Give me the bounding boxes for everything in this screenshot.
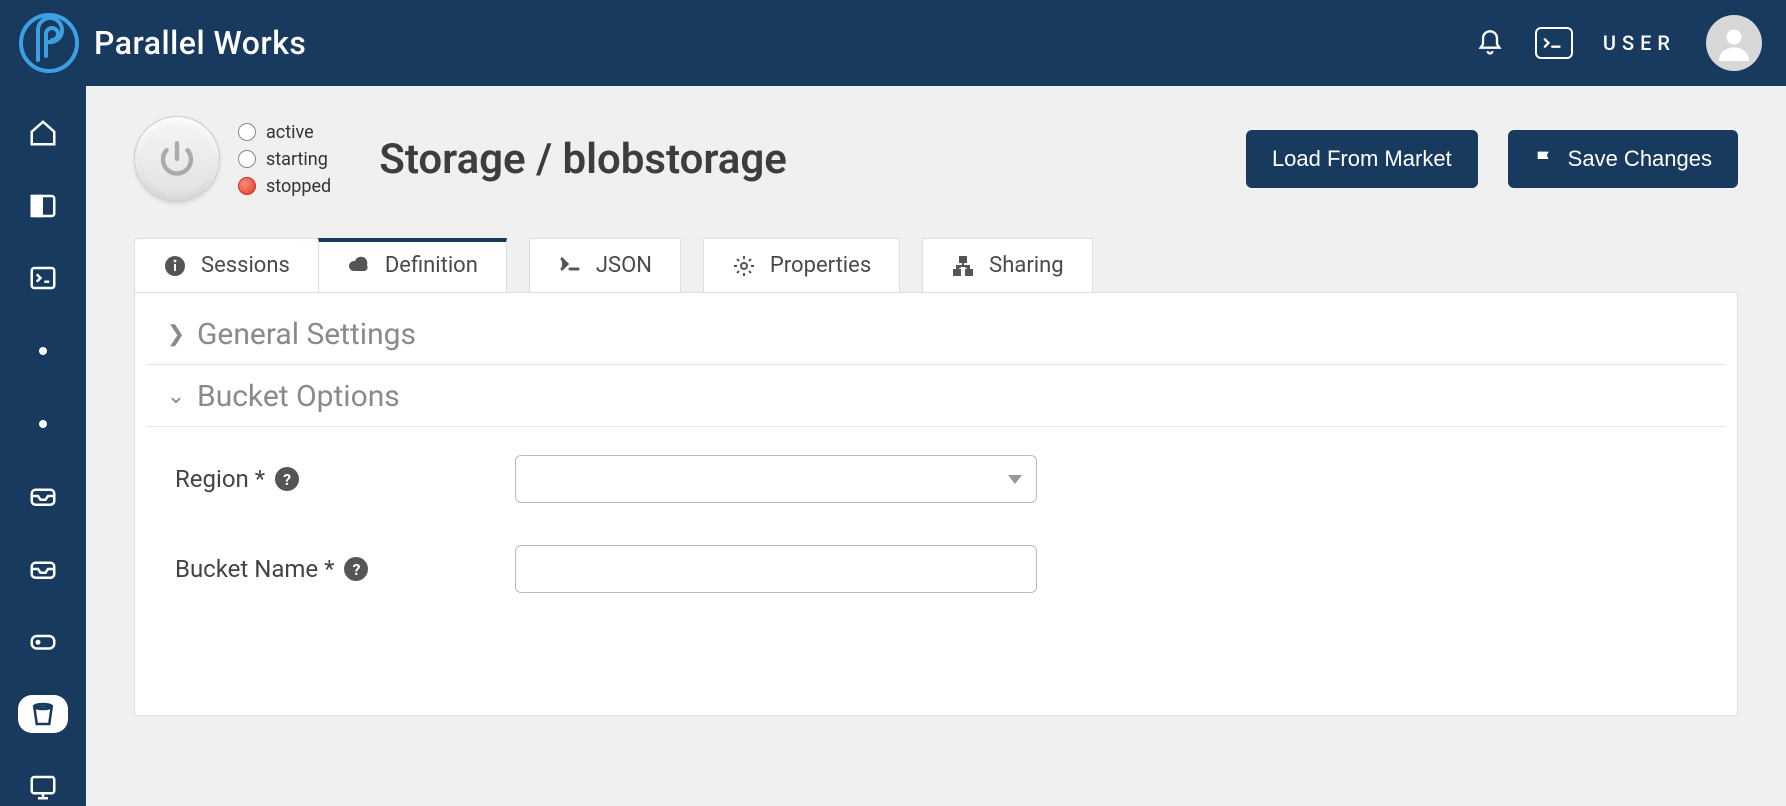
tab-label: JSON	[596, 253, 652, 278]
status-stopped-label: stopped	[266, 176, 331, 197]
prompt-icon	[558, 254, 582, 278]
sidebar	[0, 86, 86, 806]
status-stopped: stopped	[238, 176, 331, 197]
user-label: USER	[1603, 31, 1676, 55]
status-active-label: active	[266, 122, 314, 143]
tab-properties[interactable]: Properties	[703, 238, 900, 292]
sidebar-inbox-icon[interactable]	[18, 477, 68, 516]
sidebar-panel-icon[interactable]	[18, 187, 68, 226]
load-from-market-button[interactable]: Load From Market	[1246, 130, 1478, 188]
sidebar-dot-1[interactable]	[18, 332, 68, 371]
chevron-down-icon: ⌄	[165, 384, 187, 409]
status-active: active	[238, 122, 331, 143]
notifications-icon[interactable]	[1475, 28, 1505, 58]
page-header: active starting stopped Storage / blobst…	[86, 86, 1786, 212]
sidebar-home-icon[interactable]	[18, 114, 68, 153]
section-title: General Settings	[197, 317, 416, 352]
tab-json[interactable]: JSON	[529, 238, 681, 292]
tab-label: Sharing	[989, 253, 1063, 278]
sidebar-terminal-icon[interactable]	[18, 259, 68, 298]
bucket-name-label: Bucket Name * ?	[175, 555, 515, 583]
dot-icon	[238, 150, 256, 168]
dot-icon	[238, 177, 256, 195]
tab-definition[interactable]: Definition	[318, 238, 507, 292]
help-icon[interactable]: ?	[275, 467, 299, 491]
label-text: Region *	[175, 465, 265, 493]
top-nav: Parallel Works USER	[0, 0, 1786, 86]
status-starting-label: starting	[266, 149, 328, 170]
sidebar-monitor-icon[interactable]	[18, 767, 68, 806]
section-title: Bucket Options	[197, 379, 400, 414]
tab-label: Sessions	[201, 253, 290, 278]
definition-panel: ❯ General Settings ⌄ Bucket Options Regi…	[134, 292, 1738, 716]
sidebar-drive-icon[interactable]	[18, 622, 68, 661]
tab-sharing[interactable]: Sharing	[922, 238, 1092, 292]
button-label: Save Changes	[1568, 146, 1712, 172]
cloud-icon	[347, 253, 371, 277]
brand-text: Parallel Works	[94, 24, 306, 62]
bucket-name-input[interactable]	[515, 545, 1037, 593]
flag-icon	[1534, 148, 1556, 170]
button-label: Load From Market	[1272, 146, 1452, 172]
tab-label: Properties	[770, 253, 871, 278]
tab-label: Definition	[385, 253, 478, 278]
info-icon	[163, 254, 187, 278]
gear-icon	[732, 254, 756, 278]
row-region: Region * ?	[175, 455, 1037, 503]
top-nav-right: USER	[1475, 15, 1762, 71]
header-actions: Load From Market Save Changes	[1246, 130, 1738, 188]
region-select[interactable]	[515, 455, 1037, 503]
status-legend: active starting stopped	[238, 122, 331, 197]
chevron-right-icon: ❯	[165, 322, 187, 347]
avatar[interactable]	[1706, 15, 1762, 71]
save-changes-button[interactable]: Save Changes	[1508, 130, 1738, 188]
section-general-settings[interactable]: ❯ General Settings	[147, 311, 1725, 365]
help-icon[interactable]: ?	[344, 557, 368, 581]
row-bucket-name: Bucket Name * ?	[175, 545, 1037, 593]
page-title: Storage / blobstorage	[379, 135, 787, 184]
dot-icon	[238, 123, 256, 141]
brand-logo-icon	[18, 12, 80, 74]
region-label: Region * ?	[175, 465, 515, 493]
main-content: active starting stopped Storage / blobst…	[86, 86, 1786, 806]
tab-container: Sessions Definition JSON Properties Shar…	[134, 238, 1738, 716]
tabs: Sessions Definition JSON Properties Shar…	[134, 238, 1738, 292]
tab-sessions[interactable]: Sessions	[134, 238, 318, 292]
bucket-options-form: Region * ? Bucket Name * ?	[135, 427, 1055, 593]
label-text: Bucket Name *	[175, 555, 334, 583]
sidebar-dot-2[interactable]	[18, 404, 68, 443]
network-icon	[951, 254, 975, 278]
sidebar-inbox2-icon[interactable]	[18, 550, 68, 589]
status-starting: starting	[238, 149, 331, 170]
section-bucket-options[interactable]: ⌄ Bucket Options	[147, 373, 1725, 427]
terminal-icon[interactable]	[1535, 27, 1573, 59]
sidebar-bucket-icon[interactable]	[18, 695, 68, 734]
power-button[interactable]	[134, 116, 220, 202]
logo-area: Parallel Works	[18, 12, 306, 74]
